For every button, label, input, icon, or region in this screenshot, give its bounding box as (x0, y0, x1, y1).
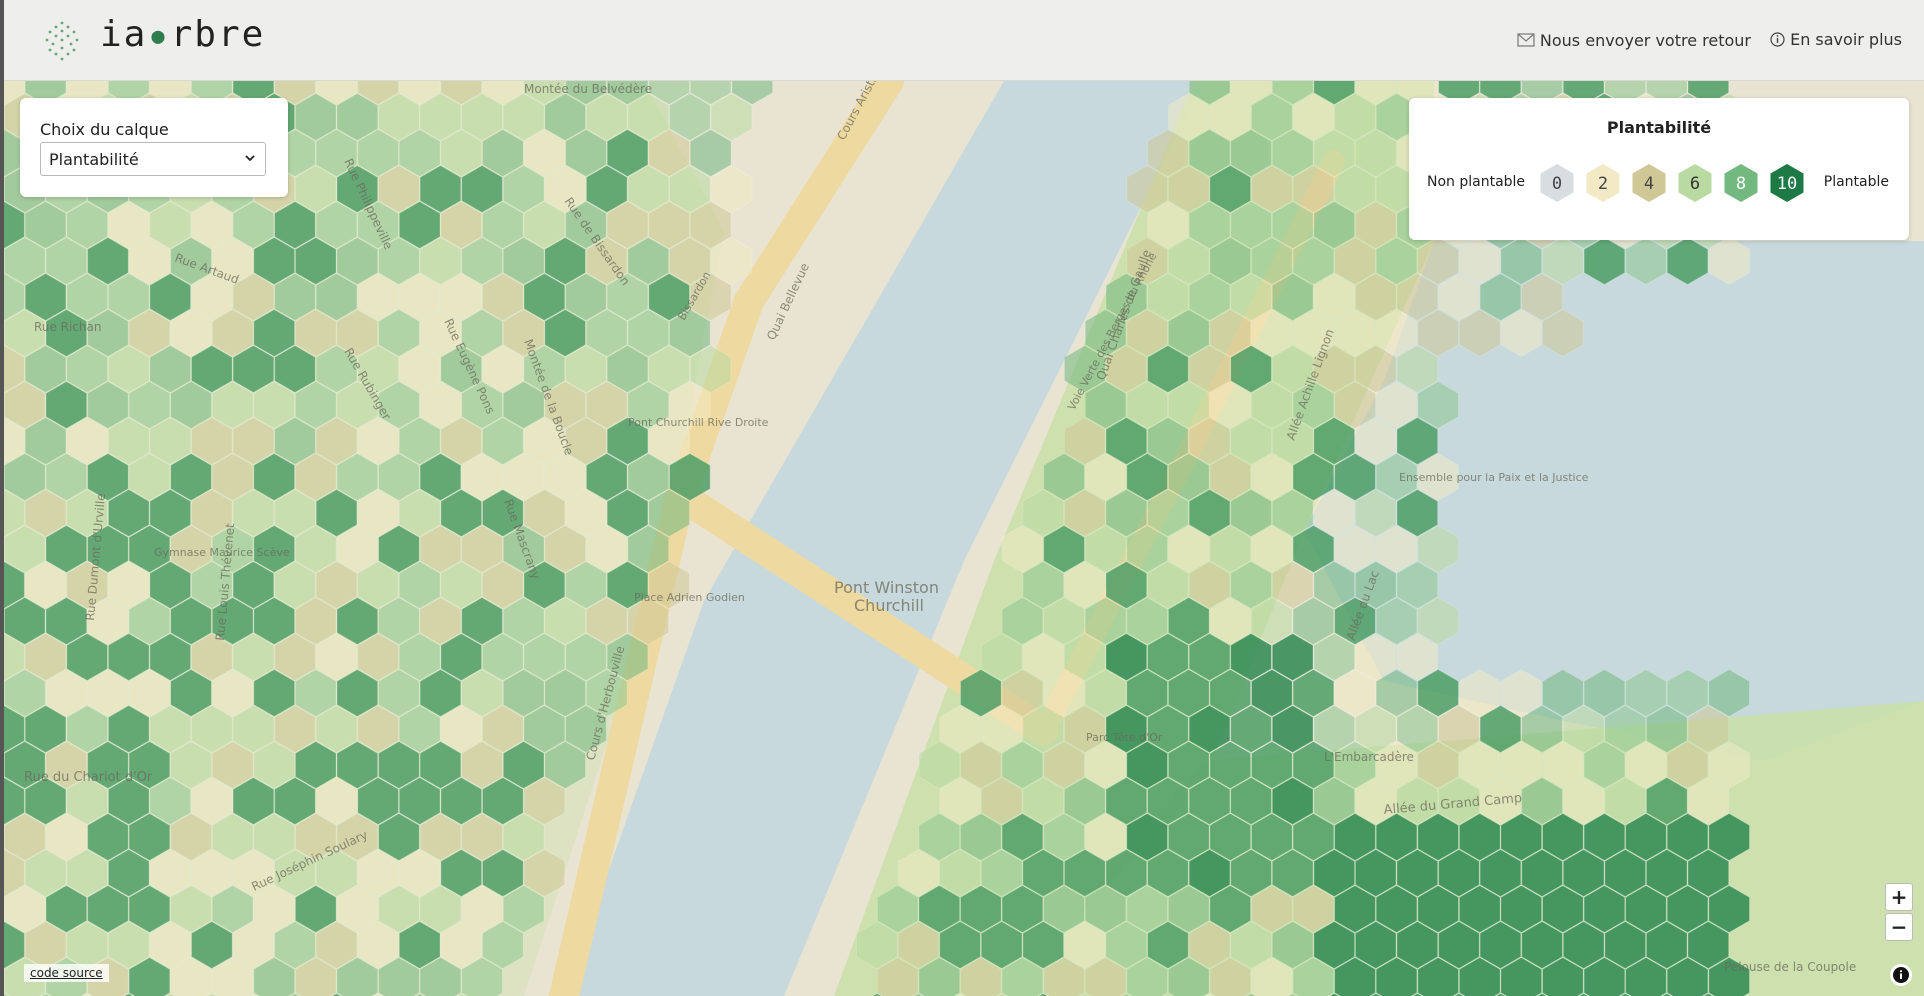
feedback-label: Nous envoyer votre retour (1539, 30, 1751, 50)
map-label: Rue Richan (34, 320, 101, 334)
app-title-end: rbre (170, 14, 266, 55)
source-code-link[interactable]: code source (24, 964, 109, 982)
zoom-in-button[interactable]: + (1885, 883, 1913, 911)
legend-step-value: 8 (1736, 174, 1746, 194)
map-label: Rue du Chariot d'Or (24, 770, 153, 785)
legend-step-value: 0 (1552, 174, 1562, 194)
layer-panel: Choix du calque Plantabilité (20, 98, 288, 197)
legend-right-label: Plantable (1823, 174, 1889, 190)
map-label: L'Embarcadère (1324, 750, 1414, 764)
legend-panel: Plantabilité Non plantable Plantable 0 2 4… (1409, 98, 1909, 240)
zoom-out-button[interactable]: − (1885, 913, 1913, 941)
legend-step-value: 4 (1644, 174, 1654, 194)
map-label: Parc Tête d'Or (1086, 731, 1163, 744)
app-title-start: ia (100, 14, 148, 55)
map-label: Churchill (854, 596, 924, 615)
header-links: Nous envoyer votre retour En savoir plus (1503, 30, 1902, 51)
map-label: Pelouse de la Coupole (1724, 960, 1856, 974)
info-circle-icon (1770, 32, 1785, 47)
map-label: Place Adrien Godien (634, 591, 745, 604)
chevron-down-icon (245, 155, 255, 162)
map-label: Pont Churchill Rive Droite (628, 416, 769, 429)
map-label: Montée du Belvédère (524, 82, 652, 96)
attribution-info-button[interactable] (1890, 964, 1912, 986)
legend-step-8: 8 (1724, 164, 1758, 202)
map-label: Pont Winston (834, 578, 939, 597)
legend-step-10: 10 (1770, 164, 1804, 202)
legend-step-6: 6 (1678, 164, 1712, 202)
window-edge (0, 0, 4, 996)
app-title-dot-icon: ● (151, 23, 167, 49)
about-label: En savoir plus (1790, 30, 1902, 49)
legend-left-label: Non plantable (1427, 174, 1526, 190)
legend-step-value: 2 (1598, 174, 1608, 194)
info-icon (1893, 967, 1909, 983)
feedback-link[interactable]: Nous envoyer votre retour (1517, 31, 1751, 50)
map-label: Gymnase Maurice Scève (154, 546, 290, 559)
app-header: ia ● rbre Nous envoyer votre retour En sav… (4, 0, 1924, 81)
legend-step-2: 2 (1586, 164, 1620, 202)
legend-step-4: 4 (1632, 164, 1666, 202)
legend-step-0: 0 (1540, 164, 1574, 202)
about-link[interactable]: En savoir plus (1770, 30, 1902, 49)
layer-select-value: Plantabilité (49, 149, 139, 169)
legend-step-value: 10 (1777, 174, 1797, 194)
map-label: Ensemble pour la Paix et la Justice (1399, 471, 1589, 484)
mail-icon (1517, 33, 1535, 47)
layer-label: Choix du calque (40, 120, 169, 139)
app-logo-icon (45, 21, 79, 61)
app-title: ia ● rbre (100, 14, 265, 55)
layer-select[interactable]: Plantabilité (40, 142, 266, 176)
legend-step-value: 6 (1690, 174, 1700, 194)
legend-title: Plantabilité (1606, 118, 1712, 137)
